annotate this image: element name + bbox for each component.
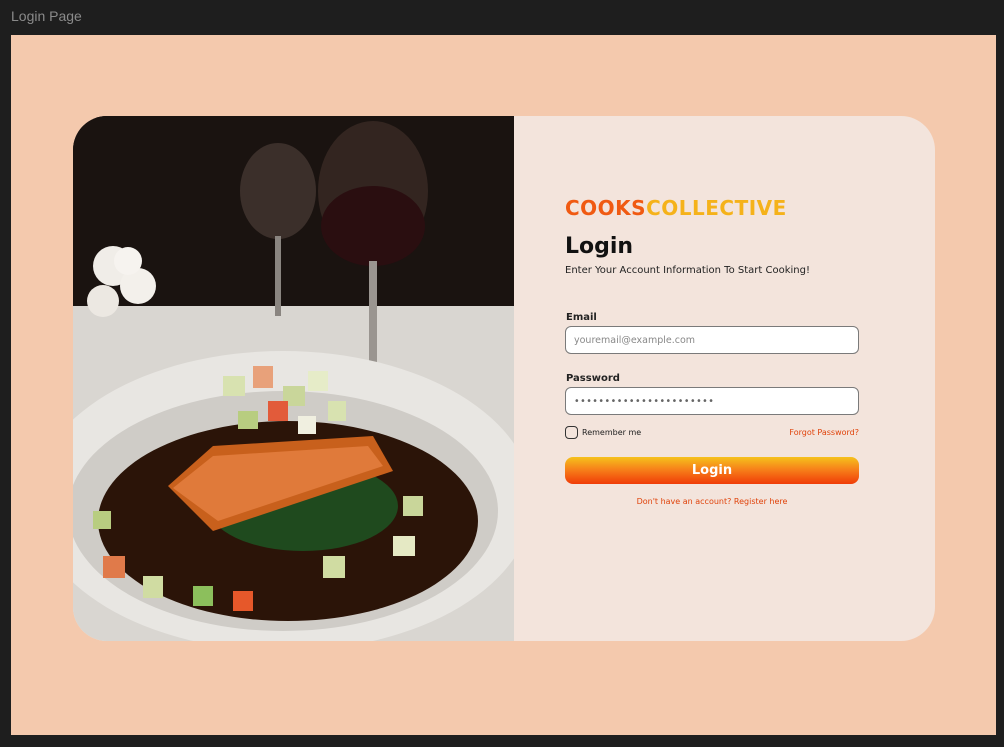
brand-part-1: COOKS xyxy=(565,196,647,220)
email-field[interactable]: youremail@example.com xyxy=(565,326,859,354)
page-subtitle: Enter Your Account Information To Start … xyxy=(565,265,810,276)
login-panel: COOKSCOLLECTIVE Login Enter Your Account… xyxy=(514,116,935,641)
login-card: COOKSCOLLECTIVE Login Enter Your Account… xyxy=(73,116,935,641)
password-field[interactable]: ••••••••••••••••••••••• xyxy=(565,387,859,415)
password-label: Password xyxy=(566,373,620,384)
forgot-password-link[interactable]: Forgot Password? xyxy=(789,428,859,437)
brand-logo: COOKSCOLLECTIVE xyxy=(565,196,787,220)
email-label: Email xyxy=(566,312,597,323)
canvas: COOKSCOLLECTIVE Login Enter Your Account… xyxy=(11,35,996,735)
page-title: Login xyxy=(565,234,634,259)
brand-part-2: COLLECTIVE xyxy=(646,196,787,220)
options-row: Remember me Forgot Password? xyxy=(565,426,859,439)
window-title: Login Page xyxy=(11,8,82,24)
register-row: Don't have an account? Register here xyxy=(565,491,859,509)
register-link[interactable]: Don't have an account? Register here xyxy=(637,497,788,506)
remember-checkbox[interactable] xyxy=(565,426,578,439)
login-button[interactable]: Login xyxy=(565,457,859,484)
remember-me[interactable]: Remember me xyxy=(565,426,641,439)
food-photo-image xyxy=(73,116,514,641)
food-photo xyxy=(73,116,514,641)
remember-label: Remember me xyxy=(582,428,642,437)
